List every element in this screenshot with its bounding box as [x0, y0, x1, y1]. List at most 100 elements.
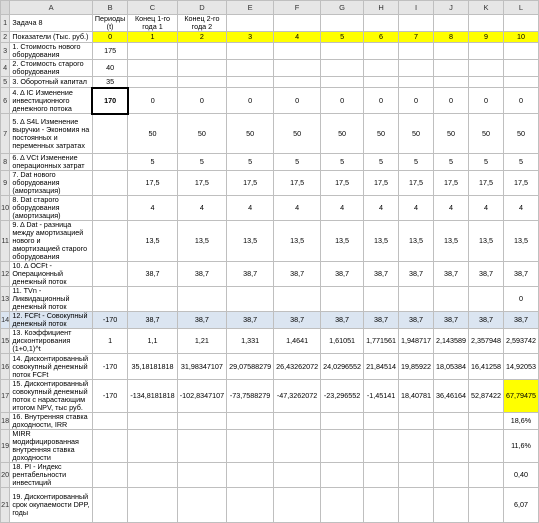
cell-e9[interactable]: 17,5 — [226, 170, 275, 196]
select-all-corner[interactable] — [0, 0, 11, 15]
cell-b9[interactable] — [91, 170, 129, 196]
cell-g11[interactable]: 13,5 — [320, 220, 365, 262]
cell-i9[interactable]: 17,5 — [398, 170, 435, 196]
cell-b19[interactable] — [91, 429, 129, 463]
cell-e12[interactable]: 38,7 — [226, 261, 275, 287]
row-header[interactable]: 10 — [0, 195, 11, 221]
cell-d18[interactable] — [176, 412, 228, 430]
cell-b18[interactable] — [91, 412, 129, 430]
cell-g1[interactable] — [320, 14, 365, 32]
cell-g17[interactable]: -23,296552 — [320, 379, 365, 413]
cell-g10[interactable]: 4 — [320, 195, 365, 221]
cell-d20[interactable] — [176, 462, 228, 488]
cell-a19[interactable]: MIRR модифицированная внутренняя ставка … — [9, 429, 93, 463]
cell-c14[interactable]: 38,7 — [127, 311, 178, 329]
row-header[interactable]: 21 — [0, 487, 11, 523]
cell-k5[interactable] — [468, 76, 504, 88]
cell-e21[interactable] — [226, 487, 275, 523]
cell-j17[interactable]: 36,46164 — [433, 379, 470, 413]
cell-f2[interactable]: 4 — [273, 31, 322, 43]
cell-i3[interactable] — [398, 42, 435, 60]
cell-c5[interactable] — [127, 76, 178, 88]
cell-g19[interactable] — [320, 429, 365, 463]
cell-c2[interactable]: 1 — [127, 31, 178, 43]
cell-j10[interactable]: 4 — [433, 195, 470, 221]
cell-h15[interactable]: 1,771561 — [363, 328, 400, 354]
column-header-f[interactable]: F — [273, 0, 322, 15]
cell-l16[interactable]: 14,92053 — [503, 353, 539, 380]
cell-g20[interactable] — [320, 462, 365, 488]
cell-i11[interactable]: 13,5 — [398, 220, 435, 262]
row-header[interactable]: 6 — [0, 87, 11, 114]
cell-g8[interactable]: 5 — [320, 153, 365, 171]
cell-d21[interactable] — [176, 487, 228, 523]
cell-j2[interactable]: 8 — [433, 31, 470, 43]
cell-k19[interactable] — [468, 429, 504, 463]
cell-i7[interactable]: 50 — [398, 113, 435, 154]
cell-e11[interactable]: 13,5 — [226, 220, 275, 262]
cell-c10[interactable]: 4 — [127, 195, 178, 221]
cell-l5[interactable] — [503, 76, 539, 88]
cell-c19[interactable] — [127, 429, 178, 463]
cell-a14[interactable]: 12. FCFt - Совокупный денежный поток — [9, 311, 93, 329]
cell-a6[interactable]: 4. Δ IC Изменение инвестиционного денежн… — [9, 87, 93, 114]
cell-c13[interactable] — [127, 286, 178, 312]
column-header-d[interactable]: D — [176, 0, 228, 15]
cell-h4[interactable] — [363, 59, 400, 77]
cell-j11[interactable]: 13,5 — [433, 220, 470, 262]
cell-f11[interactable]: 13,5 — [273, 220, 322, 262]
row-header[interactable]: 18 — [0, 412, 11, 430]
cell-j8[interactable]: 5 — [433, 153, 470, 171]
cell-c3[interactable] — [127, 42, 178, 60]
cell-h18[interactable] — [363, 412, 400, 430]
cell-g15[interactable]: 1,61051 — [320, 328, 365, 354]
cell-e16[interactable]: 29,07588279 — [226, 353, 275, 380]
cell-k7[interactable]: 50 — [468, 113, 504, 154]
cell-j14[interactable]: 38,7 — [433, 311, 470, 329]
cell-j1[interactable] — [433, 14, 470, 32]
cell-d13[interactable] — [176, 286, 228, 312]
cell-l6[interactable]: 0 — [503, 87, 539, 114]
cell-j5[interactable] — [433, 76, 470, 88]
cell-k6[interactable]: 0 — [468, 87, 504, 114]
cell-d8[interactable]: 5 — [176, 153, 228, 171]
cell-f6[interactable]: 0 — [273, 87, 322, 114]
cell-b12[interactable] — [91, 261, 129, 287]
cell-e14[interactable]: 38,7 — [226, 311, 275, 329]
cell-g2[interactable]: 5 — [320, 31, 365, 43]
column-header-b[interactable]: B — [91, 0, 129, 15]
cell-f1[interactable] — [273, 14, 322, 32]
cell-f5[interactable] — [273, 76, 322, 88]
cell-j6[interactable]: 0 — [433, 87, 470, 114]
cell-a15[interactable]: 13. Коэффициент дисконтирования (1+0,1)^… — [9, 328, 93, 354]
cell-h12[interactable]: 38,7 — [363, 261, 400, 287]
cell-c15[interactable]: 1,1 — [127, 328, 178, 354]
cell-a4[interactable]: 2. Стоимость старого оборудования — [9, 59, 93, 77]
cell-j21[interactable] — [433, 487, 470, 523]
cell-j19[interactable] — [433, 429, 470, 463]
row-header[interactable]: 1 — [0, 14, 11, 32]
cell-h11[interactable]: 13,5 — [363, 220, 400, 262]
row-header[interactable]: 8 — [0, 153, 11, 171]
cell-b13[interactable] — [91, 286, 129, 312]
cell-f20[interactable] — [273, 462, 322, 488]
cell-c18[interactable] — [127, 412, 178, 430]
cell-a7[interactable]: 5. Δ S4L Изменение выручки - Экономия на… — [9, 113, 93, 154]
cell-c1[interactable]: Конец 1-го года 1 — [127, 14, 178, 32]
cell-g13[interactable] — [320, 286, 365, 312]
cell-b1[interactable]: Периоды (t) — [91, 14, 129, 32]
cell-j7[interactable]: 50 — [433, 113, 470, 154]
cell-e20[interactable] — [226, 462, 275, 488]
cell-i6[interactable]: 0 — [398, 87, 435, 114]
cell-f17[interactable]: -47,3262072 — [273, 379, 322, 413]
cell-i12[interactable]: 38,7 — [398, 261, 435, 287]
cell-b20[interactable] — [91, 462, 129, 488]
cell-e3[interactable] — [226, 42, 275, 60]
row-header[interactable]: 14 — [0, 311, 11, 329]
cell-a9[interactable]: 7. Dat нового оборудования (амортизация) — [9, 170, 93, 196]
cell-l3[interactable] — [503, 42, 539, 60]
cell-a2[interactable]: Показатели (Тыс. руб.) — [9, 31, 93, 43]
cell-j16[interactable]: 18,05384 — [433, 353, 470, 380]
cell-b14[interactable]: -170 — [91, 311, 129, 329]
cell-f15[interactable]: 1,4641 — [273, 328, 322, 354]
